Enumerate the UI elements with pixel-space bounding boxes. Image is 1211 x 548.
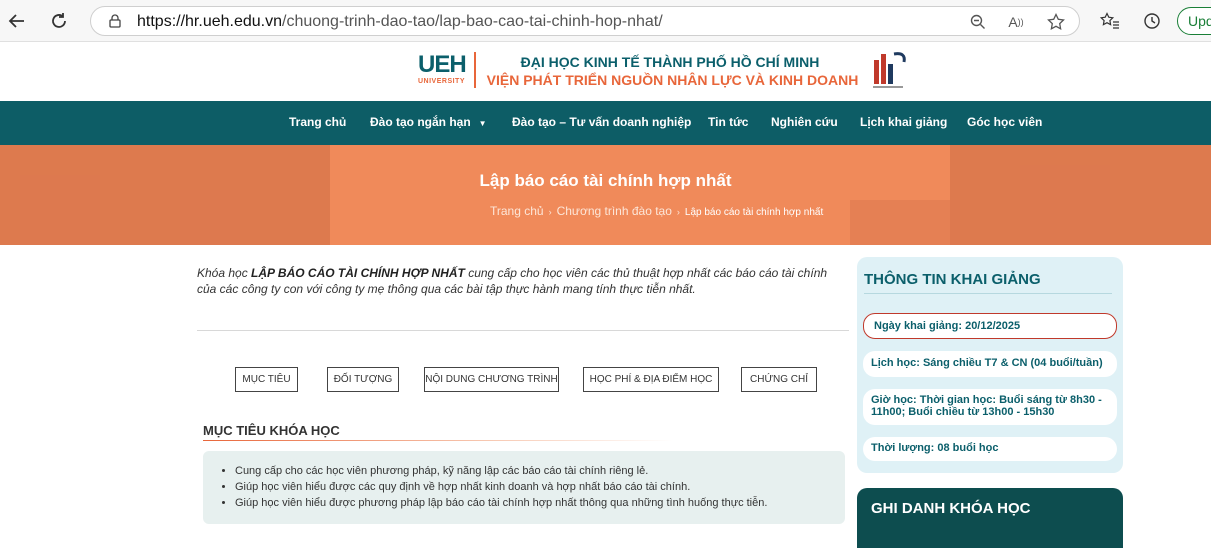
banner-building (850, 200, 960, 245)
update-label: Upd (1188, 13, 1211, 29)
banner-building (180, 190, 240, 245)
favorite-star-icon[interactable] (1046, 12, 1066, 32)
logo-text: UEH (418, 51, 467, 78)
url-text[interactable]: https://hr.ueh.edu.vn/chuong-trinh-dao-t… (137, 13, 663, 31)
read-aloud-icon[interactable]: A)) (1006, 12, 1026, 32)
tab-audience[interactable]: ĐỐI TƯỢNG (327, 367, 399, 392)
browser-toolbar: https://hr.ueh.edu.vn/chuong-trinh-dao-t… (0, 0, 1211, 42)
list-item: Giúp học viên hiểu được phương pháp lập … (235, 496, 767, 510)
history-icon[interactable] (1141, 10, 1163, 32)
caret-down-icon: ▼ (478, 119, 487, 128)
list-item: Giúp học viên hiểu được các quy định về … (235, 480, 767, 494)
course-info-title: THÔNG TIN KHAI GIẢNG (864, 271, 1041, 288)
study-time-line2: 11h00; Buổi chiều từ 13h00 - 15h30 (871, 406, 1055, 418)
address-bar[interactable]: https://hr.ueh.edu.vn/chuong-trinh-dao-t… (90, 6, 1080, 36)
university-name: ĐẠI HỌC KINH TẾ THÀNH PHỐ HỒ CHÍ MINH (520, 54, 820, 70)
zoom-icon[interactable] (968, 12, 988, 32)
nav-home[interactable]: Trang chủ (289, 115, 346, 129)
tab-objectives[interactable]: MỤC TIÊU (235, 367, 298, 392)
logo-divider (474, 52, 476, 88)
tab-fees-location[interactable]: HỌC PHÍ & ĐỊA ĐIỂM HỌC (583, 367, 719, 392)
nav-corporate-training[interactable]: Đào tạo – Tư vấn doanh nghiệp (512, 115, 691, 129)
nav-schedule[interactable]: Lịch khai giảng (860, 115, 947, 129)
enroll-title: GHI DANH KHÓA HỌC (871, 500, 1031, 517)
enroll-panel (857, 488, 1123, 548)
page-banner: Lập báo cáo tài chính hợp nhất Trang chủ… (0, 145, 1211, 245)
update-button[interactable]: Upd (1177, 7, 1211, 35)
duration-pill: Thời lượng: 08 buổi học (863, 437, 1117, 461)
schedule-pill: Lịch học: Sáng chiều T7 & CN (04 buổi/tu… (863, 351, 1117, 377)
study-time-pill: Giờ học: Thời gian học: Buổi sáng từ 8h3… (863, 389, 1117, 425)
course-name: LẬP BÁO CÁO TÀI CHÍNH HỢP NHẤT (251, 266, 465, 280)
institute-logo-icon (870, 48, 910, 92)
lock-icon[interactable] (109, 14, 121, 33)
favorites-list-icon[interactable] (1099, 10, 1121, 32)
goals-underline (203, 440, 673, 441)
main-nav: Trang chủ Đào tạo ngắn hạn ▼ Đào tạo – Tư… (0, 101, 1211, 145)
institute-name: VIỆN PHÁT TRIỂN NGUỒN NHÂN LỰC VÀ KINH D… (486, 72, 859, 88)
start-date-pill: Ngày khai giảng: 20/12/2025 (863, 313, 1117, 339)
site-header: UEH UNIVERSITY ĐẠI HỌC KINH TẾ THÀNH PHỐ… (0, 42, 1211, 101)
back-arrow-icon[interactable] (4, 8, 30, 34)
goals-box: Cung cấp cho các học viên phương pháp, k… (203, 451, 845, 524)
tab-curriculum[interactable]: NỘI DUNG CHƯƠNG TRÌNH (424, 367, 559, 392)
goals-list: Cung cấp cho các học viên phương pháp, k… (235, 464, 767, 512)
course-intro: Khóa học LẬP BÁO CÁO TÀI CHÍNH HỢP NHẤT … (197, 265, 847, 297)
list-item: Cung cấp cho các học viên phương pháp, k… (235, 464, 767, 478)
ueh-logo[interactable]: UEH UNIVERSITY (418, 52, 470, 88)
nav-short-training[interactable]: Đào tạo ngắn hạn ▼ (370, 115, 487, 129)
nav-student-corner[interactable]: Góc học viên (967, 115, 1042, 129)
nav-news[interactable]: Tin tức (708, 115, 748, 129)
divider (864, 293, 1112, 294)
breadcrumb-separator-icon: › (676, 207, 680, 217)
url-host: https://hr.ueh.edu.vn (137, 13, 282, 30)
intro-prefix: Khóa học (197, 266, 252, 280)
url-path: /chuong-trinh-dao-tao/lap-bao-cao-tai-ch… (282, 13, 663, 30)
breadcrumb: Trang chủ › Chương trình đào tạo › Lập báo c… (490, 204, 823, 218)
page-title: Lập báo cáo tài chính hợp nhất (479, 171, 732, 190)
breadcrumb-home[interactable]: Trang chủ (490, 204, 544, 218)
divider (197, 330, 849, 331)
logo-subtext: UNIVERSITY (418, 78, 466, 85)
refresh-icon[interactable] (46, 8, 72, 34)
breadcrumb-current: Lập báo cáo tài chính hợp nhất (684, 207, 824, 218)
goals-title: MỤC TIÊU KHÓA HỌC (203, 423, 340, 438)
nav-short-training-label: Đào tạo ngắn hạn (370, 115, 471, 129)
nav-research[interactable]: Nghiên cứu (771, 115, 838, 129)
breadcrumb-programs[interactable]: Chương trình đào tạo (557, 204, 672, 218)
breadcrumb-separator-icon: › (548, 207, 552, 217)
study-time-line1: Giờ học: Thời gian học: Buổi sáng từ 8h3… (871, 394, 1102, 406)
tab-certificate[interactable]: CHỨNG CHỈ (741, 367, 817, 392)
